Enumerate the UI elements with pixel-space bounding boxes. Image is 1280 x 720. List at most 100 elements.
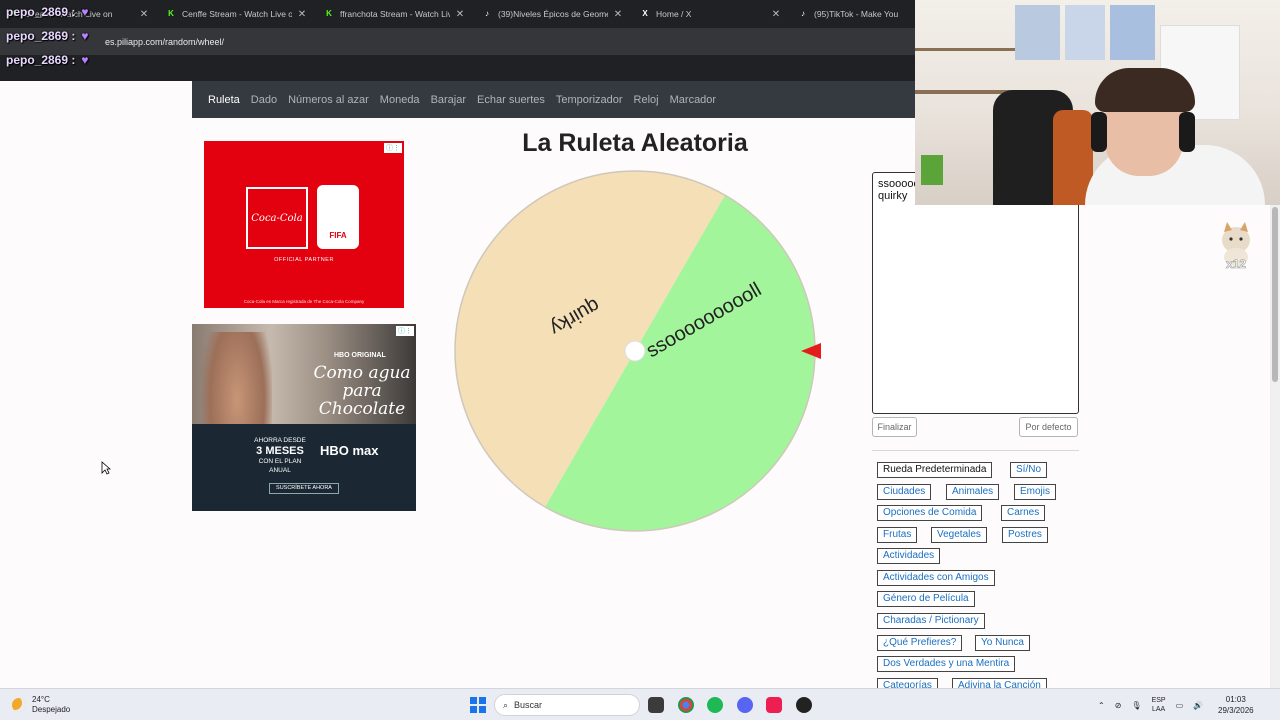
poster (1110, 5, 1155, 60)
default-button[interactable]: Por defecto (1019, 417, 1078, 437)
preset-carnes[interactable]: Carnes (1001, 505, 1046, 521)
creeper-figure (921, 155, 943, 185)
nav-item-dado[interactable]: Dado (251, 94, 277, 106)
system-clock[interactable]: 01:03 29/3/2026 (1218, 694, 1254, 716)
page-title: La Ruleta Aleatoria (522, 129, 748, 157)
ad-title: Como agua para Chocolate (313, 363, 411, 419)
heart-emote-icon: ♥ (81, 29, 89, 43)
url-text[interactable]: es.piliapp.com/random/wheel/ (105, 37, 224, 47)
nav-item-echar-suertes[interactable]: Echar suertes (477, 94, 545, 106)
preset-yo-nunca[interactable]: Yo Nunca (975, 635, 1030, 651)
preset-genero-pelicula[interactable]: Género de Película (877, 591, 975, 607)
tiktok-icon[interactable] (766, 697, 782, 713)
hbo-max-ad[interactable]: ⓘ⋮ HBO ORIGINAL Como agua para Chocolate… (192, 324, 416, 511)
shelf (915, 48, 1025, 51)
chat-username: pepo_2869 : (6, 53, 76, 67)
chat-username: pepo_2869 : (6, 5, 76, 19)
language-indicator[interactable]: ESP LAA (1152, 696, 1166, 714)
scrollbar-thumb[interactable] (1272, 207, 1278, 382)
mic-icon[interactable]: 🎙 (1131, 701, 1141, 710)
headset-icon (1091, 112, 1107, 152)
wheel-hub[interactable] (624, 340, 646, 362)
screen: K Stream - Watch Live on ✕ K Cenffe Stream … (0, 0, 1280, 720)
taskbar: 24°C Despejado ⌕ Buscar ⌃ ⊘ 🎙 ESP LAA ▭ 🔊 … (0, 688, 1280, 720)
tiktok-icon: ♪ (485, 9, 489, 18)
preset-opciones-comida[interactable]: Opciones de Comida (877, 505, 983, 521)
fifa-badge: FIFA (317, 185, 359, 249)
promo-big: 3 MESES (256, 445, 304, 457)
volume-icon[interactable]: 🔊 (1193, 701, 1203, 710)
preset-emojis[interactable]: Emojis (1014, 484, 1057, 500)
close-icon[interactable]: ✕ (454, 9, 466, 20)
headset-icon (1179, 112, 1195, 152)
tiktok-icon: ♪ (801, 9, 805, 18)
cat-sticker-icon: x12 (1222, 222, 1250, 270)
network-off-icon[interactable]: ⊘ (1115, 701, 1122, 710)
preset-actividades[interactable]: Actividades (877, 548, 941, 564)
coca-cola-logo: Coca-Cola (246, 187, 308, 249)
obs-icon[interactable] (796, 697, 812, 713)
preset-vegetales[interactable]: Vegetales (931, 527, 987, 543)
clock-date: 29/3/2026 (1218, 706, 1254, 715)
subscribe-button[interactable]: SUSCRÍBETE AHORA (269, 483, 339, 494)
divider (872, 450, 1079, 451)
ad-info-icon[interactable]: ⓘ⋮ (396, 326, 414, 336)
chrome-icon[interactable] (678, 697, 694, 713)
ad-info-icon[interactable]: ⓘ⋮ (384, 143, 402, 153)
tab-title: Home / X (656, 9, 692, 19)
close-icon[interactable]: ✕ (138, 9, 150, 20)
poster (1015, 5, 1060, 60)
kick-icon: K (168, 9, 174, 18)
preset-que-prefieres[interactable]: ¿Qué Prefieres? (877, 635, 963, 651)
nav-item-numeros[interactable]: Números al azar (288, 94, 369, 106)
nav-item-ruleta[interactable]: Ruleta (208, 94, 240, 106)
hbo-max-logo: HBO max (320, 443, 379, 458)
page-scrollbar[interactable] (1270, 205, 1280, 688)
browser-tab[interactable]: ♪ (39)Niveles Épicos de Geometry ✕ (474, 0, 632, 28)
top-nav: Ruleta Dado Números al azar Moneda Baraj… (192, 81, 915, 118)
heart-emote-icon: ♥ (81, 5, 89, 19)
clock-time: 01:03 (1225, 695, 1246, 704)
preset-postres[interactable]: Postres (1002, 527, 1048, 543)
taskbar-search[interactable]: ⌕ Buscar (494, 694, 640, 716)
lang-bottom: LAA (1151, 706, 1166, 713)
preset-ciudades[interactable]: Ciudades (877, 484, 932, 500)
weather-temp: 24°C (32, 695, 50, 704)
display-icon[interactable]: ▭ (1176, 701, 1184, 710)
finalize-button[interactable]: Finalizar (872, 417, 917, 437)
preset-frutas[interactable]: Frutas (877, 527, 918, 543)
options-textarea[interactable]: ssooooooooooll quirky (872, 172, 1079, 414)
nav-item-marcador[interactable]: Marcador (670, 94, 716, 106)
close-icon[interactable]: ✕ (296, 9, 308, 20)
file-explorer-icon[interactable] (648, 697, 664, 713)
coca-cola-ad[interactable]: ⓘ⋮ Coca-Cola FIFA OFFICIAL PARTNER Coca-… (204, 141, 404, 308)
weather-widget[interactable]: 24°C Despejado (12, 695, 70, 715)
system-tray: ⌃ ⊘ 🎙 ESP LAA ▭ 🔊 (1098, 689, 1213, 720)
ad-promo: AHORRA DESDE 3 MESES CON EL PLAN ANUAL (250, 436, 310, 475)
preset-actividades-amigos[interactable]: Actividades con Amigos (877, 570, 995, 586)
browser-tab[interactable]: K Cenffe Stream - Watch Live on ✕ (158, 0, 316, 28)
preset-animales[interactable]: Animales (946, 484, 1000, 500)
preset-dos-verdades[interactable]: Dos Verdades y una Mentira (877, 656, 1016, 672)
chevron-up-icon[interactable]: ⌃ (1098, 701, 1105, 710)
spotify-icon[interactable] (707, 697, 723, 713)
close-icon[interactable]: ✕ (612, 9, 624, 20)
preset-si-no[interactable]: Sí/No (1010, 462, 1048, 478)
windows-start-icon[interactable] (470, 697, 486, 713)
moon-icon (12, 698, 26, 712)
preset-adivina-cancion[interactable]: Adivina la Canción (952, 678, 1047, 688)
preset-categorias[interactable]: Categorías (877, 678, 938, 688)
spin-wheel[interactable]: ssooooooooollquirky (452, 169, 822, 535)
nav-item-moneda[interactable]: Moneda (380, 94, 420, 106)
streamer-hair (1095, 68, 1195, 112)
close-icon[interactable]: ✕ (770, 9, 782, 20)
nav-item-barajar[interactable]: Barajar (431, 94, 466, 106)
preset-charadas[interactable]: Charadas / Pictionary (877, 613, 985, 629)
browser-tab[interactable]: Kffranchota Stream - Watch Live ✕ (316, 0, 474, 28)
nav-item-reloj[interactable]: Reloj (634, 94, 659, 106)
browser-tab[interactable]: X Home / X ✕ (632, 0, 790, 28)
nav-item-temporizador[interactable]: Temporizador (556, 94, 623, 106)
discord-icon[interactable] (737, 697, 753, 713)
x-icon: X (642, 9, 648, 18)
preset-rueda-predeterminada[interactable]: Rueda Predeterminada (877, 462, 993, 478)
